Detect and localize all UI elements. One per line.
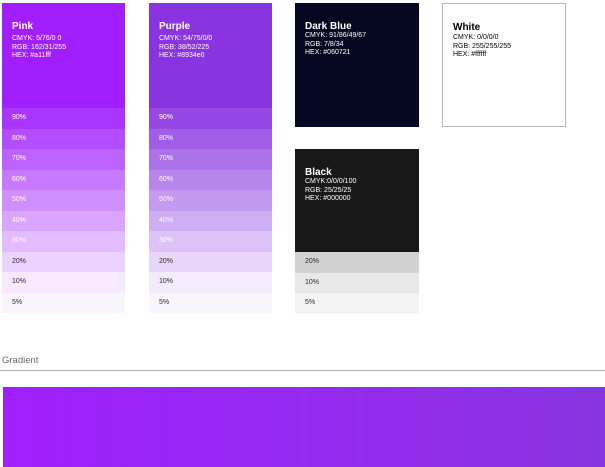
pink-tint-10: 10%	[2, 272, 125, 293]
pink-tint-60: 60%	[2, 169, 125, 190]
white-rgb: RGB: 255/255/255	[453, 42, 511, 50]
dark-blue-swatch-card: Dark Blue CMYK: 91/86/49/67 RGB: 7/8/34 …	[295, 3, 419, 127]
gradient-swatch	[3, 387, 605, 467]
black-swatch-card: Black CMYK:0/0/0/100 RGB: 25/25/25 HEX: …	[295, 149, 419, 314]
pink-tint-20: 20%	[2, 251, 125, 272]
pink-tint-90: 90%	[2, 108, 125, 129]
purple-tint-30: 30%	[149, 231, 272, 252]
purple-tint-10: 10%	[149, 272, 272, 293]
purple-tint-20: 20%	[149, 251, 272, 272]
white-hex: HEX: #ffffff	[453, 51, 487, 58]
pink-hex: HEX: #a11fff	[12, 52, 51, 59]
pink-swatch-card: Pink CMYK: 5/76/0 0 RGB: 162/31/255 HEX:…	[2, 3, 125, 313]
pink-rgb: RGB: 162/31/255	[12, 43, 67, 51]
pink-tint-40: 40%	[2, 210, 125, 231]
pink-tint-5: 5%	[2, 292, 125, 313]
black-tint-20: 20%	[295, 252, 419, 273]
purple-color-block: Purple CMYK: 54/75/0/0 RGB: 38/52/225 HE…	[149, 3, 272, 108]
white-color-block: White CMYK: 0/0/0/0 RGB: 255/255/255 HEX…	[442, 3, 566, 127]
pink-tint-80: 80%	[2, 128, 125, 149]
black-cmyk: CMYK:0/0/0/100	[305, 178, 357, 185]
dark-blue-rgb: RGB: 7/8/34	[305, 40, 344, 48]
black-hex: HEX: #000000	[305, 195, 351, 202]
dark-blue-color-block: Dark Blue CMYK: 91/86/49/67 RGB: 7/8/34 …	[295, 3, 419, 127]
pink-tint-50: 50%	[2, 190, 125, 211]
purple-tint-70: 70%	[149, 149, 272, 170]
pink-tint-70: 70%	[2, 149, 125, 170]
purple-swatch-card: Purple CMYK: 54/75/0/0 RGB: 38/52/225 HE…	[149, 3, 272, 313]
pink-tint-30: 30%	[2, 231, 125, 252]
purple-tint-90: 90%	[149, 108, 272, 129]
purple-tint-50: 50%	[149, 190, 272, 211]
black-color-block: Black CMYK:0/0/0/100 RGB: 25/25/25 HEX: …	[295, 149, 419, 252]
purple-cmyk: CMYK: 54/75/0/0	[159, 35, 213, 42]
dark-blue-cmyk: CMYK: 91/86/49/67	[305, 32, 367, 39]
purple-hex: HEX: #8934e0	[159, 52, 205, 59]
purple-tint-5: 5%	[149, 292, 272, 313]
white-swatch-card: White CMYK: 0/0/0/0 RGB: 255/255/255 HEX…	[442, 3, 566, 127]
pink-name: Pink	[12, 21, 34, 32]
pink-cmyk: CMYK: 5/76/0 0	[12, 35, 62, 42]
black-tint-10: 10%	[295, 272, 419, 293]
black-tint-5: 5%	[295, 293, 419, 314]
white-cmyk: CMYK: 0/0/0/0	[453, 34, 499, 41]
purple-tint-40: 40%	[149, 210, 272, 231]
gradient-section-title: Gradient	[2, 355, 39, 366]
dark-blue-hex: HEX: #060721	[305, 49, 351, 56]
purple-rgb: RGB: 38/52/225	[159, 43, 210, 51]
black-rgb: RGB: 25/25/25	[305, 186, 352, 194]
pink-color-block: Pink CMYK: 5/76/0 0 RGB: 162/31/255 HEX:…	[2, 3, 125, 108]
section-divider	[0, 370, 605, 371]
purple-tint-60: 60%	[149, 169, 272, 190]
purple-name: Purple	[159, 21, 191, 32]
purple-tint-80: 80%	[149, 128, 272, 149]
white-name: White	[453, 22, 481, 33]
